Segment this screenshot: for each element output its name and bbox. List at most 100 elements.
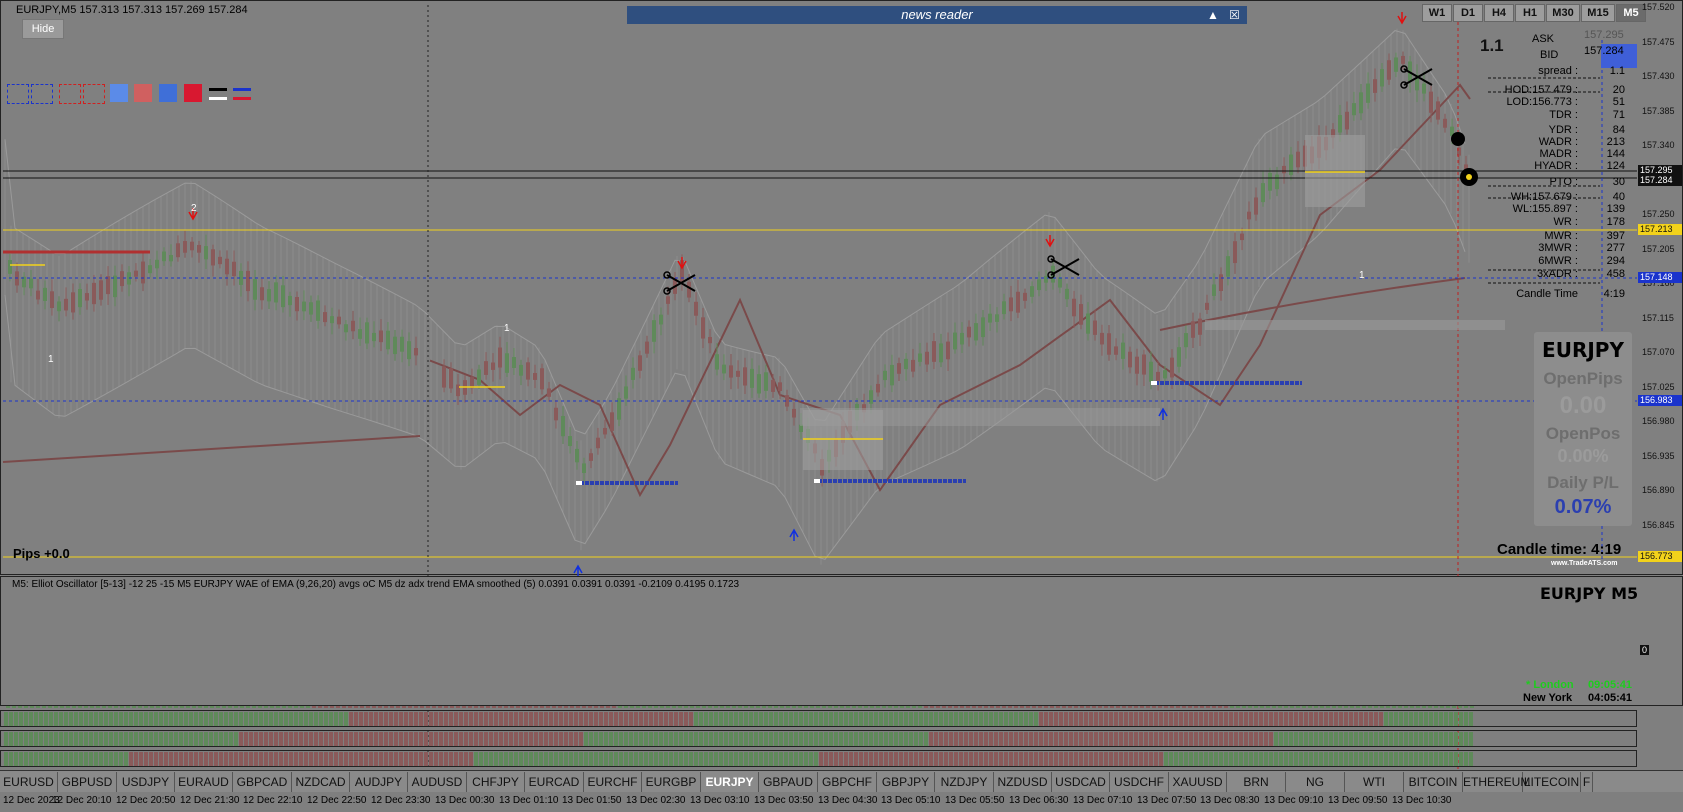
- tab-nzdjpy[interactable]: NZDJPY: [935, 772, 994, 792]
- stats-row-value: 458: [1606, 268, 1625, 280]
- swatch-blue-red-lines[interactable]: [233, 86, 251, 102]
- candle-body: [694, 301, 698, 316]
- candle-body: [134, 270, 138, 277]
- tab-chfjpy[interactable]: CHFJPY: [467, 772, 525, 792]
- candle-body: [1394, 57, 1398, 72]
- tab-euraud[interactable]: EURAUD: [175, 772, 233, 792]
- tab-gbpjpy[interactable]: GBPJPY: [877, 772, 935, 792]
- swatch-black-white-lines[interactable]: [209, 86, 227, 102]
- candle-body: [666, 296, 670, 304]
- tab-gbpusd[interactable]: GBPUSD: [58, 772, 117, 792]
- tab-usdcad[interactable]: USDCAD: [1052, 772, 1110, 792]
- tab-nzdcad[interactable]: NZDCAD: [292, 772, 350, 792]
- stats-row-key: WL:155.897 :: [1512, 203, 1578, 215]
- tab-litecoin[interactable]: LITECOIN: [1523, 772, 1581, 792]
- hide-button[interactable]: Hide: [22, 19, 64, 39]
- price-tag-current: 157.284: [1638, 175, 1682, 186]
- swatch-red-dashed[interactable]: [59, 84, 81, 104]
- timeframe-button-h4[interactable]: H4: [1484, 4, 1514, 22]
- tab-eurchf[interactable]: EURCHF: [584, 772, 642, 792]
- candle-body: [1205, 302, 1209, 310]
- tab-brn[interactable]: BRN: [1227, 772, 1286, 792]
- wave-marker-1: 1: [504, 323, 510, 334]
- tab-gbpcad[interactable]: GBPCAD: [233, 772, 292, 792]
- candle-body: [302, 301, 306, 312]
- slow-ma-line: [2, 435, 421, 463]
- stats-row: 3xADR : 458: [1470, 268, 1625, 281]
- candle-body: [407, 341, 411, 360]
- tab-ethereum[interactable]: ETHEREUM: [1463, 772, 1530, 792]
- stats-row-key: MADR :: [1539, 148, 1579, 160]
- candle-body: [1296, 151, 1300, 168]
- swatch-light-blue[interactable]: [110, 84, 128, 102]
- candle-body: [92, 282, 96, 305]
- collapse-icon[interactable]: ▲: [1207, 6, 1219, 24]
- daily-pl-value: 0.07%: [1554, 496, 1612, 518]
- candle-body: [484, 361, 488, 375]
- tab-wti[interactable]: WTI: [1345, 772, 1404, 792]
- tab-ng[interactable]: NG: [1286, 772, 1345, 792]
- candle-body: [645, 341, 649, 354]
- close-icon[interactable]: ☒: [1229, 6, 1240, 24]
- tab-usdjpy[interactable]: USDJPY: [117, 772, 175, 792]
- tab-audusd[interactable]: AUDUSD: [408, 772, 467, 792]
- tab-bitcoin[interactable]: BITCOIN: [1404, 772, 1463, 792]
- tab-nzdusd[interactable]: NZDUSD: [994, 772, 1052, 792]
- candle-body: [365, 322, 369, 344]
- candle-body: [932, 341, 936, 362]
- tab-xauusd[interactable]: XAUUSD: [1169, 772, 1227, 792]
- stats-row-value: 51: [1612, 96, 1625, 108]
- candle-body: [890, 364, 894, 386]
- candle-body: [288, 295, 292, 306]
- swatch-blue-dashed[interactable]: [7, 84, 29, 104]
- spread-big-value: 1.1: [1480, 36, 1504, 55]
- tab-gbpaud[interactable]: GBPAUD: [759, 772, 818, 792]
- price-axis-label: 157.475: [1642, 36, 1675, 47]
- candle-body: [876, 383, 880, 393]
- time-axis-label: 12 Dec 21:30: [180, 795, 240, 806]
- news-reader-bar[interactable]: news reader ▲ ☒: [627, 6, 1247, 24]
- swatch-red[interactable]: [184, 84, 202, 102]
- tab-eurgbp[interactable]: EURGBP: [642, 772, 701, 792]
- candle-body: [197, 244, 201, 253]
- timeframe-button-m30[interactable]: M30: [1546, 4, 1580, 22]
- swatch-blue[interactable]: [159, 84, 177, 102]
- tab-eurusd[interactable]: EURUSD: [0, 772, 58, 792]
- open-pos-label: OpenPos: [1545, 424, 1621, 443]
- tab-eurcad[interactable]: EURCAD: [525, 772, 584, 792]
- tab-gbpchf[interactable]: GBPCHF: [818, 772, 877, 792]
- timeframe-button-h1[interactable]: H1: [1515, 4, 1545, 22]
- timeframe-button-m15[interactable]: M15: [1581, 4, 1615, 22]
- candle-body: [148, 265, 152, 274]
- timeframe-button-w1[interactable]: W1: [1422, 4, 1452, 22]
- timeframe-button-d1[interactable]: D1: [1453, 4, 1483, 22]
- time-axis-label: 13 Dec 01:50: [562, 795, 622, 806]
- candle-body: [1009, 297, 1013, 312]
- swatch-blue-dotted[interactable]: [31, 84, 53, 104]
- time-axis-label: 13 Dec 05:10: [881, 795, 941, 806]
- tab-audjpy[interactable]: AUDJPY: [350, 772, 408, 792]
- zero-level-tag: 0: [1640, 645, 1650, 655]
- candle-body: [743, 367, 747, 386]
- price-axis-label: 157.385: [1642, 105, 1675, 116]
- candle-body: [309, 302, 313, 315]
- candle-body: [988, 313, 992, 323]
- candle-body: [1359, 92, 1363, 114]
- stats-row: Candle Time 4:19: [1470, 288, 1625, 301]
- stats-row-value: 213: [1606, 136, 1625, 148]
- tab-f[interactable]: F: [1581, 772, 1593, 792]
- candle-body: [589, 453, 593, 461]
- candle-body: [1219, 274, 1223, 292]
- swatch-red-dotted[interactable]: [83, 84, 105, 104]
- swatch-light-red[interactable]: [134, 84, 152, 102]
- stats-row: spread : 1.1: [1470, 65, 1625, 78]
- indicator-panel[interactable]: [0, 576, 1683, 706]
- candle-body: [708, 336, 712, 344]
- candle-body: [1212, 284, 1216, 296]
- candle-body: [883, 370, 887, 381]
- stats-row-key: TDR :: [1549, 109, 1578, 121]
- tab-usdchf[interactable]: USDCHF: [1110, 772, 1169, 792]
- trend-strip-2: [0, 730, 1637, 747]
- candle-body: [939, 343, 943, 363]
- tab-eurjpy[interactable]: EURJPY: [701, 772, 759, 792]
